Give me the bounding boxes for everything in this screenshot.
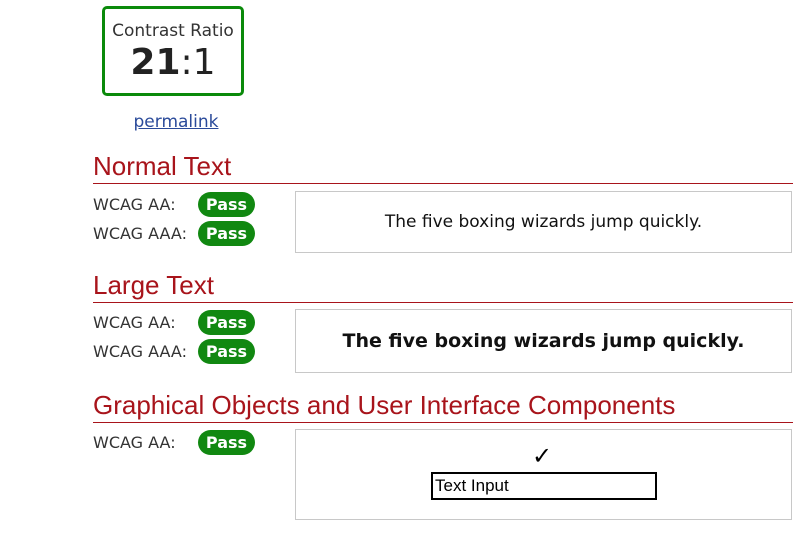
large-text-heading: Large Text bbox=[93, 270, 793, 303]
graphics-heading: Graphical Objects and User Interface Com… bbox=[93, 390, 793, 423]
normal-aa-pass-badge: Pass bbox=[198, 192, 255, 217]
contrast-checker-page: Contrast Ratio 21:1 permalink Normal Tex… bbox=[0, 0, 812, 534]
normal-text-sample-text: The five boxing wizards jump quickly. bbox=[384, 212, 703, 232]
text-input-field[interactable]: Text Input bbox=[431, 472, 657, 500]
graphics-aa-label: WCAG AA: bbox=[93, 433, 176, 452]
normal-text-heading: Normal Text bbox=[93, 151, 793, 184]
normal-aaa-pass-badge: Pass bbox=[198, 221, 255, 246]
large-aaa-pass-badge: Pass bbox=[198, 339, 255, 364]
large-aaa-label: WCAG AAA: bbox=[93, 342, 187, 361]
permalink-link[interactable]: permalink bbox=[102, 112, 250, 132]
normal-aaa-label: WCAG AAA: bbox=[93, 224, 187, 243]
normal-text-sample: The five boxing wizards jump quickly. bbox=[295, 191, 792, 253]
normal-aa-label: WCAG AA: bbox=[93, 195, 176, 214]
checkmark-icon: ✓ bbox=[532, 442, 553, 470]
contrast-ratio-separator: : bbox=[180, 42, 193, 83]
graphics-aa-pass-badge: Pass bbox=[198, 430, 255, 455]
large-aa-label: WCAG AA: bbox=[93, 313, 176, 332]
large-aa-pass-badge: Pass bbox=[198, 310, 255, 335]
large-text-sample-text: The five boxing wizards jump quickly. bbox=[342, 330, 745, 352]
contrast-ratio-box: Contrast Ratio 21:1 bbox=[102, 6, 244, 96]
contrast-ratio-label: Contrast Ratio bbox=[112, 21, 234, 41]
contrast-ratio-lhs: 21 bbox=[130, 42, 181, 83]
graphics-sample: ✓ Text Input bbox=[295, 429, 792, 520]
graphics-sample-inner: ✓ Text Input bbox=[296, 430, 791, 519]
large-text-sample: The five boxing wizards jump quickly. bbox=[295, 309, 792, 373]
contrast-ratio-value: 21:1 bbox=[105, 43, 241, 83]
contrast-ratio-rhs: 1 bbox=[192, 42, 216, 83]
